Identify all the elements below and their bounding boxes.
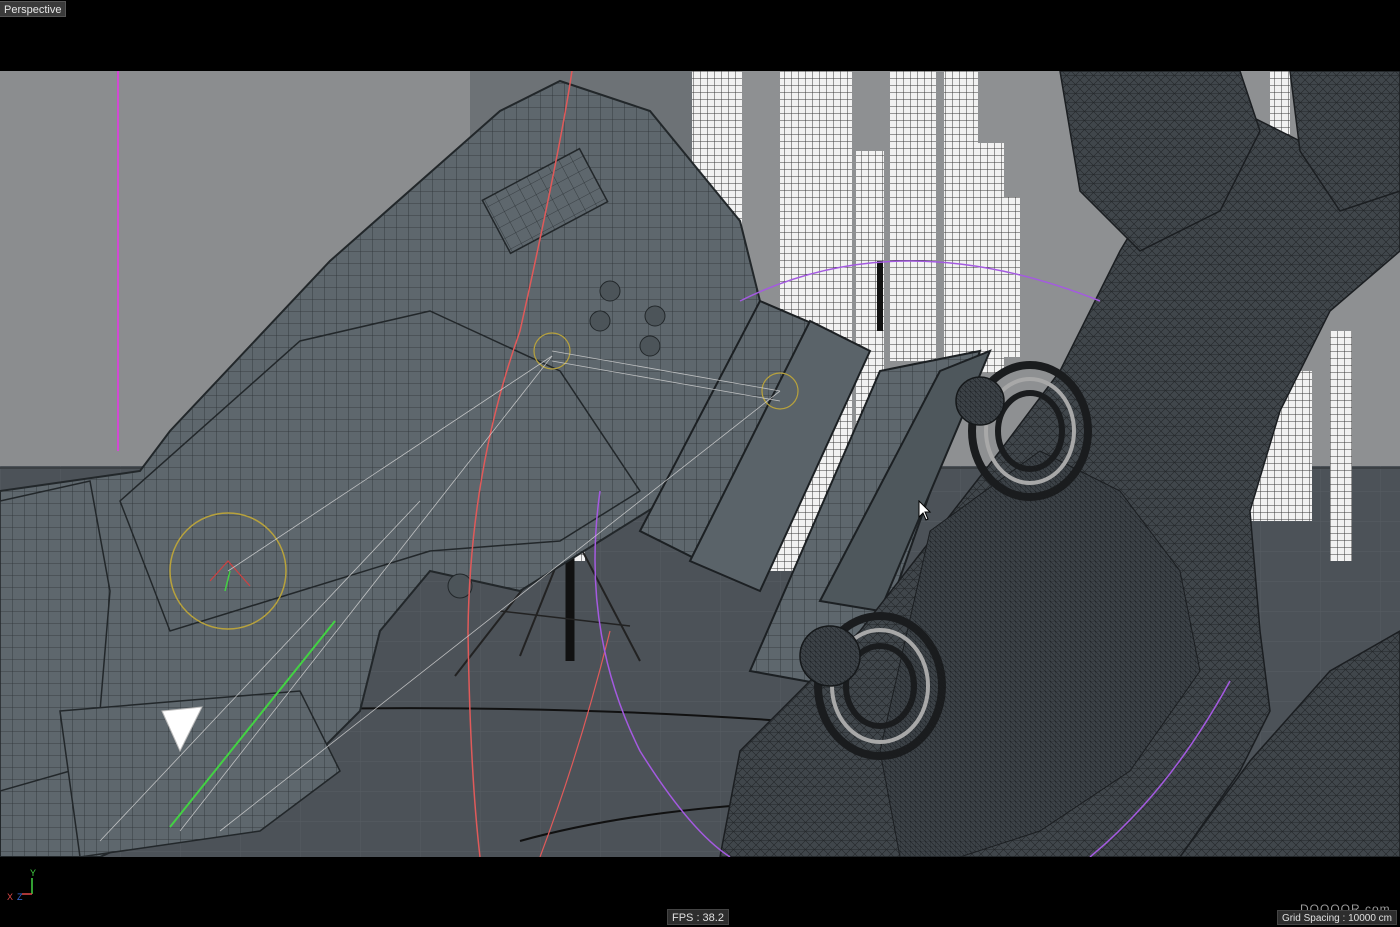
grid-spacing-readout: Grid Spacing : 10000 cm bbox=[1276, 910, 1397, 925]
fps-counter: FPS : 38.2 bbox=[667, 909, 729, 925]
axis-z-label: Z bbox=[17, 892, 23, 902]
view-label[interactable]: Perspective bbox=[0, 1, 67, 17]
wireframe-render bbox=[0, 71, 1400, 857]
mouse-cursor-icon bbox=[918, 500, 932, 521]
viewport-scene[interactable] bbox=[0, 71, 1400, 857]
axis-y-label: Y bbox=[30, 868, 37, 878]
axis-x-label: X bbox=[7, 892, 14, 902]
axis-gizmo-icon: Y X Z bbox=[4, 866, 44, 906]
3d-viewport[interactable]: Perspective Y X Z FPS: 38.2 DOOOOR.com … bbox=[0, 0, 1400, 927]
